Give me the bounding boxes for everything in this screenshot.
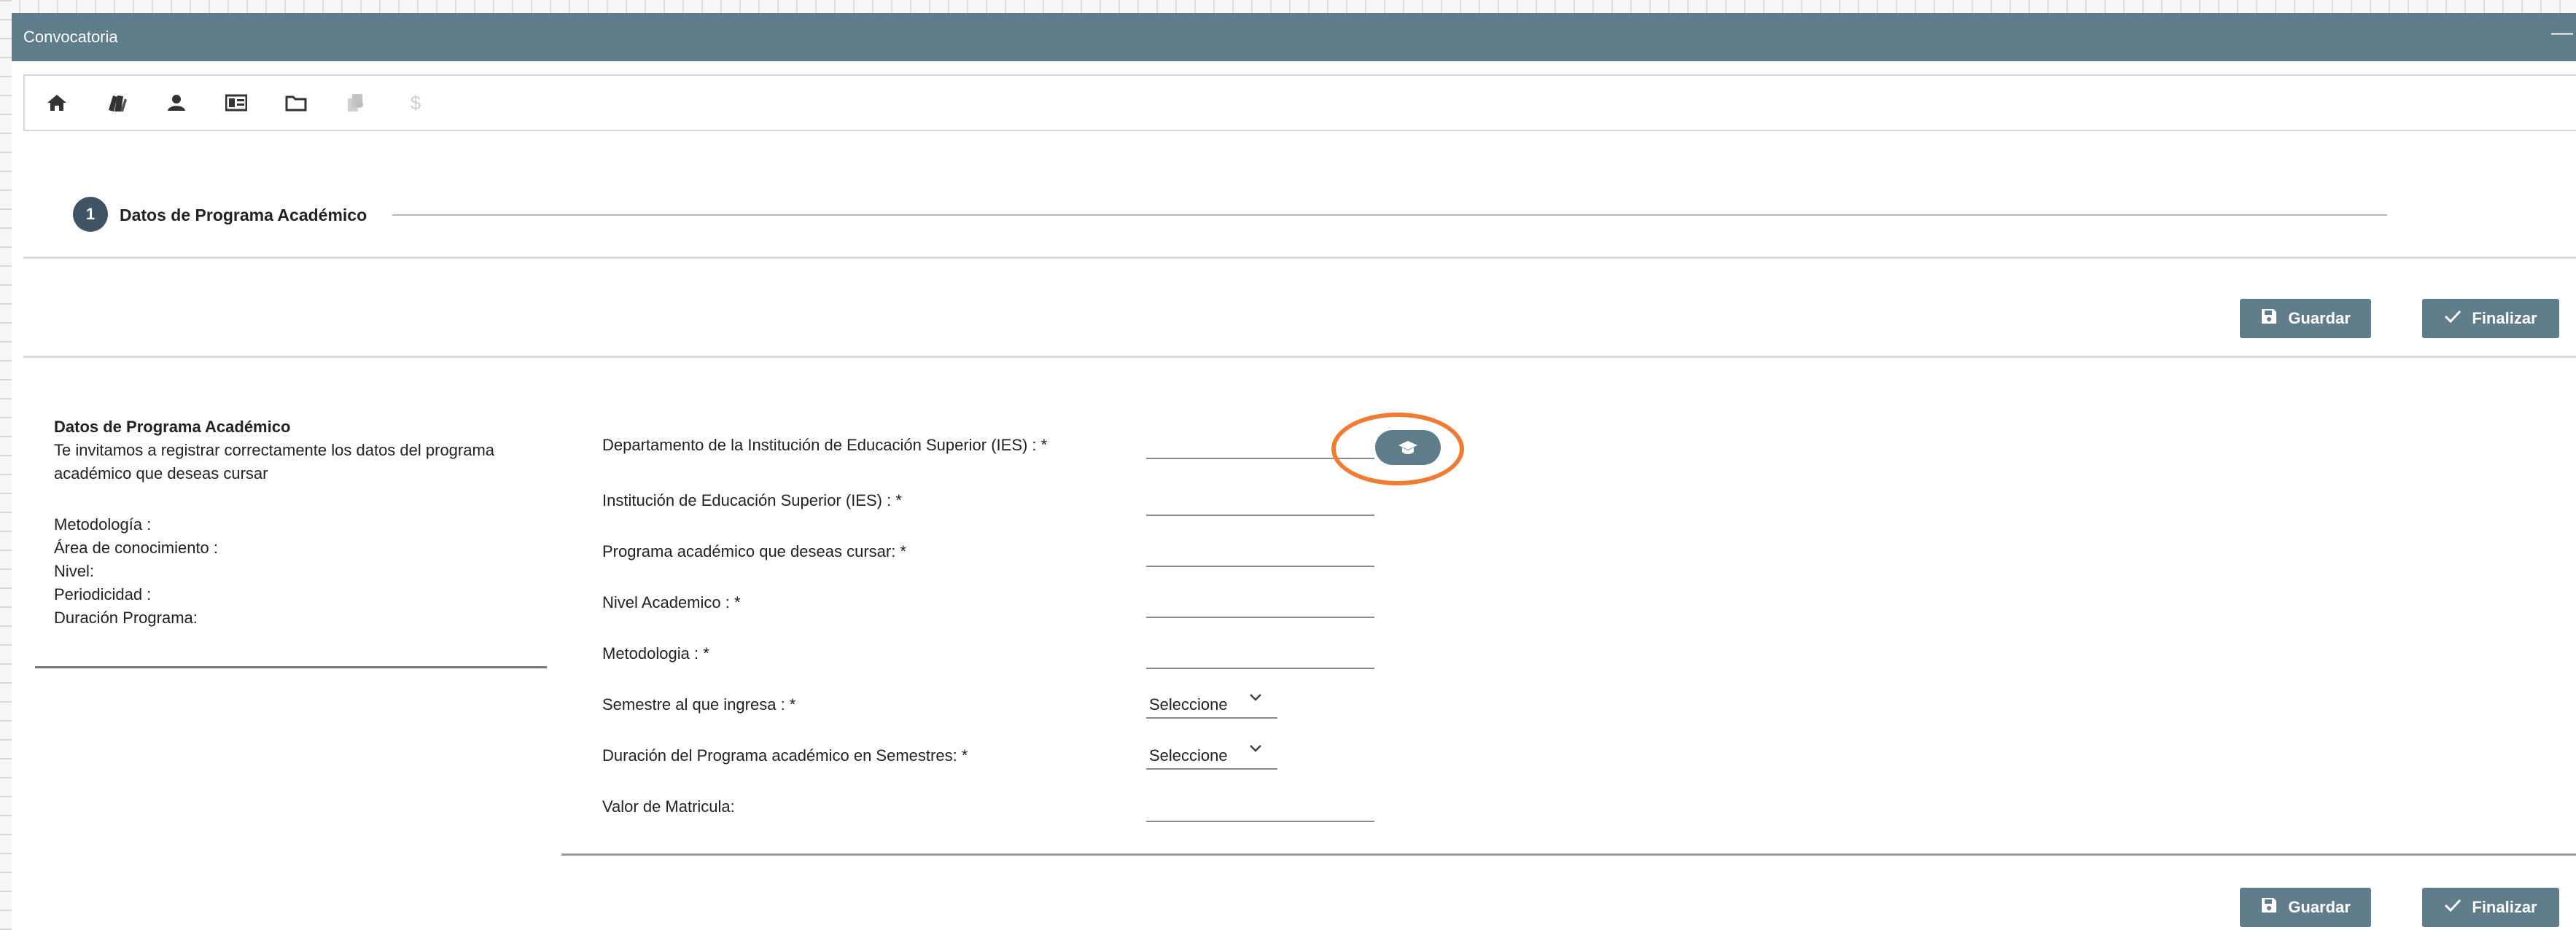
info-nivel: Nivel: (54, 562, 95, 580)
step-number[interactable]: 1 (73, 197, 108, 232)
duracion-select[interactable]: Seleccione (1146, 743, 1277, 770)
finish-button-top[interactable]: Finalizar (2422, 299, 2559, 338)
stepper-divider (23, 257, 2576, 259)
info-metodologia: Metodología : (54, 515, 152, 534)
floppy-disk-icon (2260, 308, 2278, 330)
chevron-down-icon (1248, 739, 1263, 758)
floppy-disk-icon (2260, 896, 2278, 919)
valor-field[interactable] (1146, 797, 1374, 822)
finish-label: Finalizar (2472, 898, 2537, 916)
save-button-bottom[interactable]: Guardar (2240, 888, 2371, 927)
window-titlebar: Convocatoria — (12, 13, 2576, 61)
home-icon[interactable] (42, 88, 71, 117)
person-icon[interactable] (162, 88, 191, 117)
stepper: 1 Datos de Programa Académico (73, 197, 2387, 233)
toolbar: $ (23, 74, 2576, 131)
save-label: Guardar (2288, 898, 2351, 916)
ies-field[interactable] (1146, 491, 1374, 516)
info-periodicidad: Periodicidad : (54, 585, 152, 603)
info-area: Área de conocimiento : (54, 539, 219, 557)
form-divider (561, 853, 2576, 856)
programa-field[interactable] (1146, 542, 1374, 567)
info-panel: Datos de Programa Académico Te invitamos… (54, 415, 521, 630)
finish-label: Finalizar (2472, 309, 2537, 327)
nivel-label: Nivel Academico : * (602, 593, 741, 611)
documents-icon[interactable] (341, 88, 370, 117)
dollar-icon[interactable]: $ (401, 88, 430, 117)
chevron-down-icon (1248, 688, 1263, 707)
info-description: Te invitamos a registrar correctamente l… (54, 441, 495, 482)
save-button-top[interactable]: Guardar (2240, 299, 2371, 338)
books-icon[interactable] (102, 88, 131, 117)
info-heading: Datos de Programa Académico (54, 418, 291, 436)
info-duracion: Duración Programa: (54, 609, 198, 627)
programa-label: Programa académico que deseas cursar: * (602, 542, 906, 560)
background-grid-left (0, 0, 12, 930)
ies-label: Institución de Educación Superior (IES) … (602, 491, 902, 509)
folder-icon[interactable] (281, 88, 311, 117)
duracion-value: Seleccione (1149, 746, 1228, 765)
semestre-value: Seleccione (1149, 695, 1228, 714)
id-card-icon[interactable] (222, 88, 251, 117)
info-divider (35, 666, 547, 668)
step-line (392, 214, 2387, 216)
semestre-label: Semestre al que ingresa : * (602, 695, 796, 714)
convocatoria-window: Convocatoria — $ 1 Datos de Programa Aca… (12, 13, 2576, 930)
check-icon (2444, 308, 2462, 329)
highlight-annotation (1331, 413, 1464, 485)
metodologia-field[interactable] (1146, 644, 1374, 669)
finish-button-bottom[interactable]: Finalizar (2422, 888, 2559, 927)
metodologia-label: Metodologia : * (602, 644, 709, 663)
check-icon (2444, 897, 2462, 918)
departamento-label: Departamento de la Institución de Educac… (602, 436, 1048, 454)
section-divider (23, 356, 2576, 358)
semestre-select[interactable]: Seleccione (1146, 692, 1277, 719)
save-label: Guardar (2288, 309, 2351, 327)
background-grid (0, 0, 2576, 15)
valor-label: Valor de Matricula: (602, 797, 735, 816)
step-label[interactable]: Datos de Programa Académico (120, 206, 367, 225)
duracion-label: Duración del Programa académico en Semes… (602, 746, 968, 765)
minimize-button[interactable]: — (2551, 20, 2573, 45)
window-title: Convocatoria (23, 28, 118, 46)
nivel-field[interactable] (1146, 593, 1374, 618)
